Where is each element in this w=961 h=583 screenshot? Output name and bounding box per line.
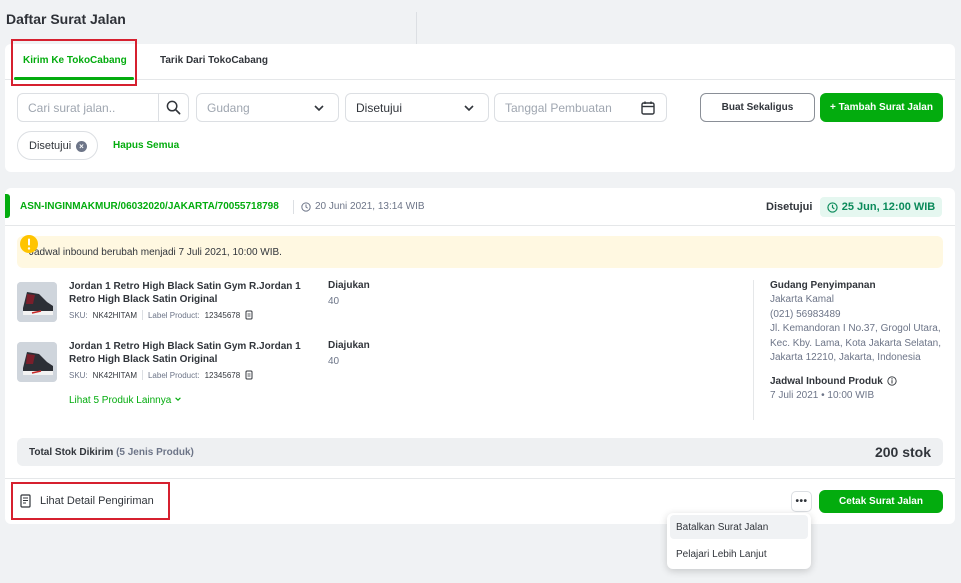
total-stock-label: Total Stok Dikirim (5 Jenis Produk) xyxy=(29,447,194,458)
product-status: Diajukan xyxy=(328,340,370,351)
sku-label: SKU: xyxy=(69,310,88,320)
inbound-schedule-title: Jadwal Inbound Produk xyxy=(770,375,883,387)
close-icon[interactable]: × xyxy=(76,141,87,152)
tab-highlight-box xyxy=(11,39,137,86)
order-card: ASN-INGINMAKMUR/06032020/JAKARTA/7005571… xyxy=(5,188,955,524)
total-label-text: Total Stok Dikirim xyxy=(29,447,114,458)
warehouse-name: Jakarta Kamal xyxy=(770,294,834,305)
product-image xyxy=(17,282,57,322)
more-products-text: Lihat 5 Produk Lainnya xyxy=(69,395,172,406)
order-header: ASN-INGINMAKMUR/06032020/JAKARTA/7005571… xyxy=(5,188,955,226)
warehouse-phone: (021) 56983489 xyxy=(770,308,841,320)
status-accent xyxy=(5,194,10,218)
sku-label: SKU: xyxy=(69,370,88,380)
meta-separator xyxy=(141,310,143,320)
created-date: 20 Juni 2021, 13:14 WIB xyxy=(301,201,425,212)
created-date-text: 20 Juni 2021, 13:14 WIB xyxy=(315,201,425,212)
warehouse-title: Gudang Penyimpanan xyxy=(770,280,876,291)
chevron-down-icon xyxy=(175,397,181,401)
menu-item-cancel[interactable]: Batalkan Surat Jalan xyxy=(670,515,808,539)
warehouse-info: Gudang Penyimpanan Jakarta Kamal (021) 5… xyxy=(753,280,943,420)
notice-text: Jadwal inbound berubah menjadi 7 Juli 20… xyxy=(29,246,282,258)
more-options-menu: Batalkan Surat Jalan Pelajari Lebih Lanj… xyxy=(667,513,811,569)
page-title: Daftar Surat Jalan xyxy=(6,11,126,27)
sku-value: NK42HITAM xyxy=(92,310,137,320)
footer-divider xyxy=(5,478,955,479)
header-divider xyxy=(416,12,417,44)
more-products-link[interactable]: Lihat 5 Produk Lainnya xyxy=(69,395,182,406)
copy-icon[interactable] xyxy=(245,370,254,380)
product-row: Jordan 1 Retro High Black Satin Gym R.Jo… xyxy=(17,280,737,330)
inbound-schedule-heading: Jadwal Inbound Produk xyxy=(770,376,943,387)
filter-card: Kirim Ke TokoCabang Tarik Dari TokoCaban… xyxy=(5,39,955,172)
chip-label: Disetujui xyxy=(29,139,72,152)
status-select[interactable]: Disetujui xyxy=(345,93,489,122)
clock-icon xyxy=(827,201,838,213)
more-options-button[interactable]: ••• xyxy=(791,491,812,512)
detail-highlight-box xyxy=(11,482,170,520)
info-icon[interactable] xyxy=(887,376,897,386)
copy-icon[interactable] xyxy=(245,310,254,320)
order-id-link[interactable]: ASN-INGINMAKMUR/06032020/JAKARTA/7005571… xyxy=(20,201,279,212)
label-product-value: 12345678 xyxy=(204,370,241,380)
sku-value: NK42HITAM xyxy=(92,370,137,380)
label-product-value: 12345678 xyxy=(204,310,241,320)
warehouse-select[interactable]: Gudang xyxy=(196,93,339,122)
total-stock-value: 200 stok xyxy=(874,444,931,460)
warehouse-address: Jl. Kemandoran I No.37, Grogol Utara, Ke… xyxy=(770,323,942,363)
date-picker[interactable]: Tanggal Pembuatan xyxy=(494,93,667,122)
tab-bar: Kirim Ke TokoCabang Tarik Dari TokoCaban… xyxy=(5,44,955,80)
product-image xyxy=(17,342,57,382)
product-row: Jordan 1 Retro High Black Satin Gym R.Jo… xyxy=(17,340,737,390)
product-meta: SKU: NK42HITAM Label Product: 12345678 xyxy=(69,370,254,380)
product-qty: 40 xyxy=(328,296,340,307)
chevron-down-icon xyxy=(464,105,474,112)
inbound-schedule-value: 7 Juli 2021 • 10:00 WIB xyxy=(770,389,875,401)
label-product-label: Label Product: xyxy=(147,370,200,380)
tab-tarik-dari-tokocabang[interactable]: Tarik Dari TokoCabang xyxy=(160,55,268,66)
bulk-create-button[interactable]: Buat Sekaligus xyxy=(700,93,815,122)
product-name: Jordan 1 Retro High Black Satin Gym R.Jo… xyxy=(69,281,301,305)
clear-all-link[interactable]: Hapus Semua xyxy=(113,140,179,151)
meta-separator xyxy=(141,370,143,380)
add-delivery-note-button[interactable]: + Tambah Surat Jalan xyxy=(820,93,943,122)
search-input[interactable]: Cari surat jalan.. xyxy=(17,93,189,122)
chevron-down-icon xyxy=(314,105,324,112)
warehouse-placeholder: Gudang xyxy=(207,100,250,115)
calendar-icon xyxy=(641,101,655,115)
clock-icon xyxy=(301,201,311,212)
schedule-badge-text: 25 Jun, 12:00 WIB xyxy=(841,201,936,213)
print-delivery-note-button[interactable]: Cetak Surat Jalan xyxy=(819,490,943,513)
search-placeholder: Cari surat jalan.. xyxy=(28,100,116,115)
date-placeholder: Tanggal Pembuatan xyxy=(505,100,612,115)
product-name: Jordan 1 Retro High Black Satin Gym R.Jo… xyxy=(69,341,301,365)
search-icon xyxy=(166,100,181,115)
total-stock-bar: Total Stok Dikirim (5 Jenis Produk) 200 … xyxy=(17,438,943,466)
warning-icon xyxy=(20,235,38,253)
order-status: Disetujui xyxy=(766,201,813,213)
schedule-badge: 25 Jun, 12:00 WIB xyxy=(820,197,942,217)
product-meta: SKU: NK42HITAM Label Product: 12345678 xyxy=(69,310,254,320)
total-label-sub: (5 Jenis Produk) xyxy=(116,447,194,458)
product-qty: 40 xyxy=(328,356,340,367)
schedule-change-notice: Jadwal inbound berubah menjadi 7 Juli 20… xyxy=(17,235,943,268)
filter-chip-disetujui[interactable]: Disetujui × xyxy=(17,131,98,160)
search-button[interactable] xyxy=(158,94,188,121)
header-separator xyxy=(293,200,294,214)
status-value: Disetujui xyxy=(356,100,403,115)
label-product-label: Label Product: xyxy=(147,310,200,320)
product-status: Diajukan xyxy=(328,280,370,291)
menu-item-learn-more[interactable]: Pelajari Lebih Lanjut xyxy=(670,542,808,566)
